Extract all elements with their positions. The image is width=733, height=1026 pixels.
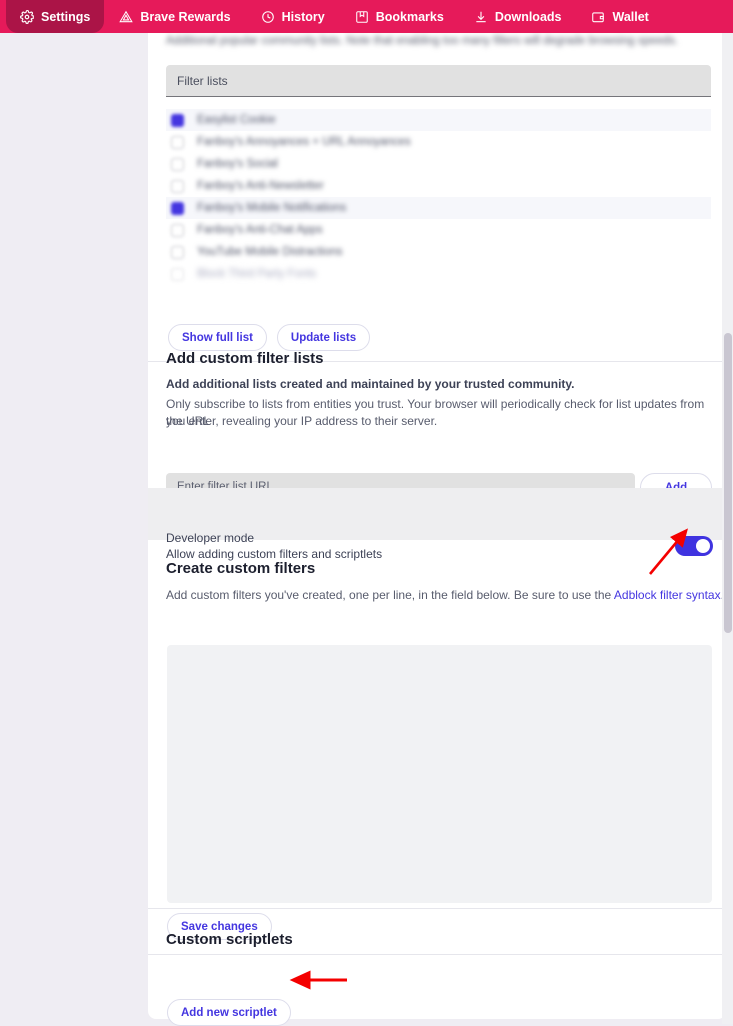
nav-tab-settings[interactable]: Settings	[6, 0, 105, 33]
list-item[interactable]: Fanboy's Mobile Notifications	[166, 197, 711, 219]
list-item[interactable]: Block Third Party Fonts	[166, 263, 711, 285]
list-item[interactable]: YouTube Mobile Distractions	[166, 241, 711, 263]
list-item-label: Fanboy's Social	[197, 158, 278, 170]
filter-lists-search-box[interactable]: Filter lists	[166, 65, 711, 97]
nav-tab-label: Downloads	[494, 9, 562, 24]
add-custom-strong-text: Add additional lists created and maintai…	[166, 377, 575, 391]
developer-mode-subtitle: Allow adding custom filters and scriptle…	[166, 547, 383, 561]
list-item-label: Fanboy's Mobile Notifications	[197, 202, 347, 214]
create-filters-description: Add custom filters you've created, one p…	[166, 587, 726, 604]
book-icon	[355, 10, 369, 24]
show-full-list-button[interactable]: Show full list	[168, 324, 267, 351]
page-title-create-custom-filters: Create custom filters	[166, 560, 316, 577]
section-divider	[148, 954, 726, 955]
list-item-label: Fanboy's Anti-Chat Apps	[197, 224, 323, 236]
filter-list-actions: Show full list Update lists	[168, 324, 371, 351]
checkbox-unchecked[interactable]	[171, 245, 184, 259]
developer-mode-toggle[interactable]	[675, 536, 713, 556]
list-item-label: Easylist Cookie	[197, 114, 276, 126]
list-item-label: Fanboy's Annoyances + URL Annoyances	[197, 136, 411, 148]
settings-page: Additional popular community lists. Note…	[0, 33, 733, 1026]
nav-tab-brave-rewards[interactable]: Brave Rewards	[104, 0, 245, 33]
checkbox-unchecked[interactable]	[171, 135, 184, 149]
list-item[interactable]: Fanboy's Social	[166, 153, 711, 175]
adblock-filter-syntax-link[interactable]: Adblock filter syntax	[614, 588, 721, 602]
triangle-icon	[119, 10, 134, 24]
checkbox-unchecked[interactable]	[171, 157, 184, 171]
wallet-icon	[591, 10, 605, 24]
nav-tab-label: Settings	[41, 9, 91, 24]
filter-lists-container[interactable]: Easylist Cookie Fanboy's Annoyances + UR…	[166, 109, 711, 304]
nav-tab-label: Brave Rewards	[140, 9, 231, 24]
create-filters-desc-before: Add custom filters you've created, one p…	[166, 588, 614, 602]
scrollbar-track[interactable]	[722, 33, 733, 1024]
filter-lists-search-label: Filter lists	[177, 73, 228, 88]
toggle-knob	[696, 539, 710, 553]
browser-top-nav: Settings Brave Rewards History Bookmarks	[0, 0, 733, 33]
clock-icon	[261, 10, 275, 24]
gear-icon	[20, 9, 34, 24]
checkbox-unchecked[interactable]	[171, 267, 184, 281]
page-title-custom-scriptlets: Custom scriptlets	[166, 931, 293, 948]
list-item-label: Fanboy's Anti-Newsletter	[197, 180, 324, 192]
nav-tab-label: Wallet	[612, 9, 649, 24]
download-icon	[474, 10, 488, 24]
nav-tab-downloads[interactable]: Downloads	[459, 0, 577, 33]
nav-tab-history[interactable]: History	[246, 0, 340, 33]
custom-filters-textarea[interactable]	[167, 645, 712, 903]
list-item-label: YouTube Mobile Distractions	[197, 246, 343, 258]
add-custom-body-text-2: you enter, revealing your IP address to …	[166, 414, 438, 428]
list-item[interactable]: Fanboy's Anti-Newsletter	[166, 175, 711, 197]
update-lists-button[interactable]: Update lists	[276, 324, 371, 351]
checkbox-unchecked[interactable]	[171, 179, 184, 193]
section-divider	[148, 908, 726, 909]
list-item-label: Block Third Party Fonts	[197, 268, 317, 280]
nav-tab-label: Bookmarks	[375, 9, 444, 24]
nav-tab-label: History	[281, 9, 325, 24]
list-item[interactable]: Fanboy's Anti-Chat Apps	[166, 219, 711, 241]
list-item[interactable]: Easylist Cookie	[166, 109, 711, 131]
checkbox-unchecked[interactable]	[171, 223, 184, 237]
checkbox-checked[interactable]	[171, 113, 184, 127]
intro-description: Additional popular community lists. Note…	[166, 35, 679, 47]
add-new-scriptlet-button[interactable]: Add new scriptlet	[167, 999, 291, 1026]
nav-tab-wallet[interactable]: Wallet	[576, 0, 663, 33]
scrollbar-thumb[interactable]	[723, 333, 732, 633]
nav-tab-bookmarks[interactable]: Bookmarks	[340, 0, 459, 33]
list-item[interactable]: Fanboy's Annoyances + URL Annoyances	[166, 131, 711, 153]
checkbox-checked[interactable]	[171, 201, 184, 215]
developer-mode-title: Developer mode	[166, 531, 255, 545]
page-title-add-custom-filter-lists: Add custom filter lists	[166, 350, 324, 367]
